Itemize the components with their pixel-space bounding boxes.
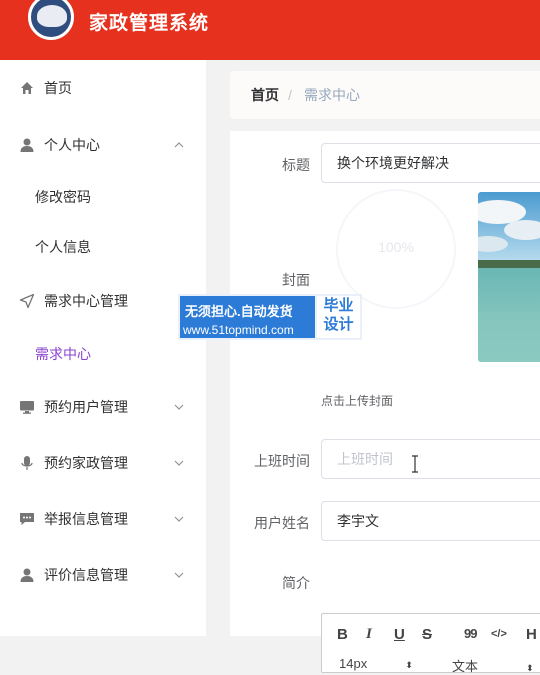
strike-button[interactable]: S — [422, 626, 432, 643]
upload-progress-text: 100% — [378, 239, 414, 255]
watermark-badge-line-2: 设计 — [323, 316, 354, 333]
header-button[interactable]: H — [526, 626, 537, 643]
text-cursor-icon — [412, 455, 418, 473]
upload-progress: 100% — [336, 189, 456, 309]
sidebar-item-label: 评价信息管理 — [44, 567, 128, 583]
title-input[interactable] — [321, 143, 540, 183]
work-time-input[interactable] — [321, 439, 540, 479]
title-label: 标题 — [282, 157, 310, 173]
rich-text-editor[interactable]: B I U S 99 </> H 14px ⬍ 文本 ⬍ — [321, 613, 540, 675]
sidebar-item-home[interactable]: 首页 — [0, 63, 206, 113]
chevron-up-icon — [174, 142, 184, 148]
sidebar-item-personal-center[interactable]: 个人中心 — [0, 120, 206, 170]
user-icon — [20, 568, 34, 582]
sidebar-item-label: 预约家政管理 — [44, 455, 128, 471]
chevron-down-icon — [174, 460, 184, 466]
sidebar-subitem-label: 需求中心 — [35, 346, 91, 362]
text-style-select[interactable]: 文本 ⬍ — [452, 656, 534, 675]
text-style-value: 文本 — [452, 659, 479, 674]
blockquote-button[interactable]: 99 — [464, 626, 478, 641]
sidebar-item-label: 需求中心管理 — [44, 293, 128, 309]
sidebar-item-booking-user-management[interactable]: 预约用户管理 — [0, 382, 206, 432]
underline-button[interactable]: U — [394, 626, 405, 643]
font-size-select[interactable]: 14px ⬍ — [339, 656, 413, 671]
home-icon — [21, 82, 33, 94]
user-icon — [20, 138, 34, 152]
cover-image[interactable] — [478, 192, 540, 362]
main-content: 首页 / 需求中心 标题 封面 100% — [206, 60, 540, 674]
sidebar-subitem-label: 修改密码 — [35, 189, 91, 205]
sidebar-subitem-label: 个人信息 — [35, 239, 91, 255]
sidebar-subitem-demand-center[interactable]: 需求中心 — [0, 329, 206, 379]
watermark-badge-line-1: 毕业 — [323, 297, 354, 314]
demand-form: 标题 封面 100% — [230, 131, 540, 674]
send-icon — [19, 293, 35, 309]
italic-button[interactable]: I — [366, 626, 372, 643]
logo — [28, 0, 74, 40]
font-size-value: 14px — [339, 656, 368, 671]
breadcrumb-current: 需求中心 — [304, 87, 360, 103]
chevron-down-icon — [174, 572, 184, 578]
user-name-input[interactable] — [321, 501, 540, 541]
watermark-line-2: www.51topmind.com — [183, 323, 294, 337]
sidebar-subitem-personal-info[interactable]: 个人信息 — [0, 222, 206, 272]
sidebar-item-label: 个人中心 — [44, 137, 100, 153]
app-title: 家政管理系统 — [89, 13, 210, 34]
code-block-button[interactable]: </> — [491, 628, 507, 640]
breadcrumb: 首页 / 需求中心 — [230, 71, 540, 119]
sidebar-item-report-management[interactable]: 举报信息管理 — [0, 494, 206, 544]
user-name-label: 用户姓名 — [254, 515, 310, 531]
sidebar-item-label: 首页 — [44, 80, 72, 96]
sidebar: 首页 个人中心 修改密码 个人信息 需求中心管理 需求中心 预约用户管理 预约家… — [0, 60, 206, 636]
chevron-down-icon — [174, 404, 184, 410]
sidebar-subitem-change-password[interactable]: 修改密码 — [0, 172, 206, 222]
watermark-badge: 毕业 设计 — [315, 296, 360, 338]
sidebar-item-review-management[interactable]: 评价信息管理 — [0, 550, 206, 600]
sidebar-item-label: 举报信息管理 — [44, 511, 128, 527]
monitor-icon — [20, 401, 34, 414]
sidebar-item-demand-management[interactable]: 需求中心管理 — [0, 276, 206, 326]
cover-label: 封面 — [282, 272, 310, 288]
top-header: 家政管理系统 — [0, 0, 540, 60]
watermark-line-1: 无须担心.自动发货 — [185, 304, 293, 319]
select-arrows-icon: ⬍ — [526, 663, 534, 673]
intro-label: 简介 — [282, 575, 310, 591]
chevron-down-icon — [174, 516, 184, 522]
sidebar-item-label: 预约用户管理 — [44, 399, 128, 415]
chat-icon — [20, 513, 34, 525]
work-time-label: 上班时间 — [254, 453, 310, 469]
microphone-icon — [21, 456, 33, 470]
select-arrows-icon: ⬍ — [405, 660, 413, 670]
bold-button[interactable]: B — [337, 626, 348, 643]
breadcrumb-home[interactable]: 首页 — [251, 71, 279, 119]
breadcrumb-separator: / — [288, 87, 292, 103]
sidebar-item-booking-housekeeping-management[interactable]: 预约家政管理 — [0, 438, 206, 488]
upload-cover-hint[interactable]: 点击上传封面 — [321, 392, 393, 409]
watermark: 无须担心.自动发货 www.51topmind.com 毕业 设计 — [178, 294, 362, 340]
